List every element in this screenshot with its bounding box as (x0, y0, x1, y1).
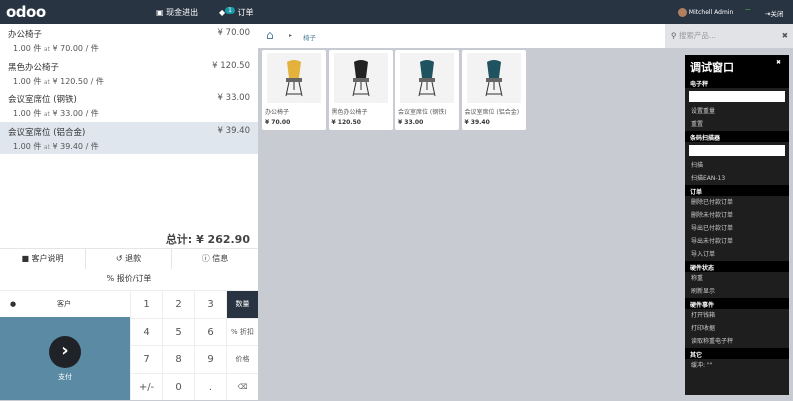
payment-button[interactable]: › 支付 (0, 317, 130, 400)
home-icon[interactable]: ⌂ (266, 28, 274, 42)
product-image (333, 53, 388, 103)
debug-action[interactable]: 设置重量 (685, 105, 789, 118)
avatar (678, 8, 687, 17)
order-line[interactable]: 黑色办公椅子 ¥ 120.50 1.00 件 at ¥ 120.50 / 件 (0, 57, 258, 89)
debug-action[interactable]: 删除未付款订单 (685, 209, 789, 222)
numpad-key[interactable]: 9 (194, 345, 226, 373)
product-search[interactable]: ⚲ 搜索产品... ✖ (665, 24, 793, 48)
numpad-key[interactable]: 6 (194, 317, 226, 345)
chevron-icon: ▸ (289, 32, 293, 39)
orders-button[interactable]: ◆ 1 订单 (219, 7, 254, 18)
orders-badge: 1 (225, 7, 235, 14)
debug-action[interactable]: 读取称重电子秤 (685, 335, 789, 348)
debug-section-title: 其它 (685, 348, 789, 359)
customer-button[interactable]: ● 客户 (0, 290, 130, 317)
close-button[interactable]: ⇥关闭 (765, 8, 783, 18)
debug-action[interactable]: 称重 (685, 272, 789, 285)
numpad-key[interactable]: +/- (130, 372, 162, 400)
user-menu[interactable]: Mitchell Admin (678, 8, 733, 17)
order-line[interactable]: 办公椅子 ¥ 70.00 1.00 件 at ¥ 70.00 / 件 (0, 24, 258, 56)
product-card[interactable]: 黑色办公椅子 ¥ 120.50 (328, 50, 393, 130)
breadcrumb-category[interactable]: 椅子 (303, 32, 316, 42)
odoo-logo: odoo (6, 3, 46, 21)
numpad-key[interactable]: 0 (162, 372, 194, 400)
debug-action[interactable]: 重置 (685, 118, 789, 131)
order-line[interactable]: 会议室席位 (钢铁) ¥ 33.00 1.00 件 at ¥ 33.00 / 件 (0, 89, 258, 121)
numpad-key[interactable]: 价格 (226, 345, 258, 373)
numpad-key[interactable]: ⌫ (226, 372, 258, 400)
numpad-key[interactable]: % 折扣 (226, 317, 258, 345)
numpad-key[interactable]: 7 (130, 345, 162, 373)
order-line[interactable]: 会议室席位 (铝合金) ¥ 39.40 1.00 件 at ¥ 39.40 / 件 (0, 121, 258, 154)
refund-button[interactable]: ↺ 退款 (86, 248, 172, 269)
product-card[interactable]: 办公椅子 ¥ 70.00 (262, 50, 326, 130)
debug-action[interactable]: 刷新显示 (685, 285, 789, 298)
numpad-key[interactable]: 8 (162, 345, 194, 373)
order-panel: 办公椅子 ¥ 70.00 1.00 件 at ¥ 70.00 / 件黑色办公椅子 ¥ … (0, 24, 258, 400)
debug-action[interactable]: 打印收据 (685, 322, 789, 335)
search-icon: ⚲ (671, 31, 677, 40)
order-total: 总计: ¥ 262.90 (165, 233, 250, 246)
user-icon: ● (10, 300, 17, 308)
product-card[interactable]: 会议室席位 (铝合金) ¥ 39.40 (461, 50, 526, 130)
debug-action[interactable]: 扫描 (685, 159, 789, 172)
top-bar: odoo ▣ 现金进出 ◆ 1 订单 Mitchell Admin ⌔ ⇥关闭 (0, 0, 793, 24)
numpad-key[interactable]: 2 (162, 290, 194, 318)
debug-action[interactable]: 缓冲: "" (685, 359, 789, 372)
debug-title: 调试窗口 (685, 55, 789, 77)
product-image (267, 53, 321, 103)
debug-section-title: 条码扫描器 (685, 131, 789, 142)
chevron-right-icon: › (49, 336, 81, 368)
debug-action[interactable]: 导出已付款订单 (685, 222, 789, 235)
quotation-order-button[interactable]: % 报价/订单 (0, 269, 258, 290)
debug-action[interactable]: 删除已付款订单 (685, 196, 789, 209)
debug-window: 调试窗口 ✖ 电子秤设置重量 重置 条码扫描器扫描 扫描EAN-13 订单 删除已付款订单… (685, 55, 789, 395)
debug-section-title: 订单 (685, 185, 789, 196)
customer-note-button[interactable]: ■ 客户说明 (0, 248, 86, 269)
debug-input[interactable] (689, 145, 785, 156)
info-button[interactable]: ⓘ 信息 (172, 248, 258, 269)
cash-icon: ▣ (156, 8, 164, 17)
debug-action[interactable]: 扫描EAN-13 (685, 172, 789, 185)
debug-input[interactable] (689, 91, 785, 102)
numpad-key[interactable]: 数量 (226, 290, 258, 318)
debug-section-title: 硬件状态 (685, 261, 789, 272)
numpad-key[interactable]: . (194, 372, 226, 400)
product-card[interactable]: 会议室席位 (钢铁) ¥ 33.00 (395, 50, 459, 130)
debug-action[interactable]: 打开钱箱 (685, 309, 789, 322)
product-image (400, 53, 454, 103)
breadcrumb: ⌂ ▸ 椅子 (258, 24, 665, 48)
wifi-icon: ⌔ (744, 7, 752, 16)
cash-in-out-button[interactable]: ▣ 现金进出 (156, 7, 198, 18)
debug-action[interactable]: 导出未付款订单 (685, 235, 789, 248)
clear-search-icon[interactable]: ✖ (782, 24, 788, 48)
debug-action[interactable]: 导入订单 (685, 248, 789, 261)
product-image (466, 53, 521, 103)
debug-section-title: 硬件事件 (685, 298, 789, 309)
close-debug-icon[interactable]: ✖ (776, 59, 781, 66)
numpad-key[interactable]: 3 (194, 290, 226, 318)
numpad-key[interactable]: 4 (130, 317, 162, 345)
numpad-key[interactable]: 1 (130, 290, 162, 318)
numpad-key[interactable]: 5 (162, 317, 194, 345)
debug-section-title: 电子秤 (685, 77, 789, 88)
